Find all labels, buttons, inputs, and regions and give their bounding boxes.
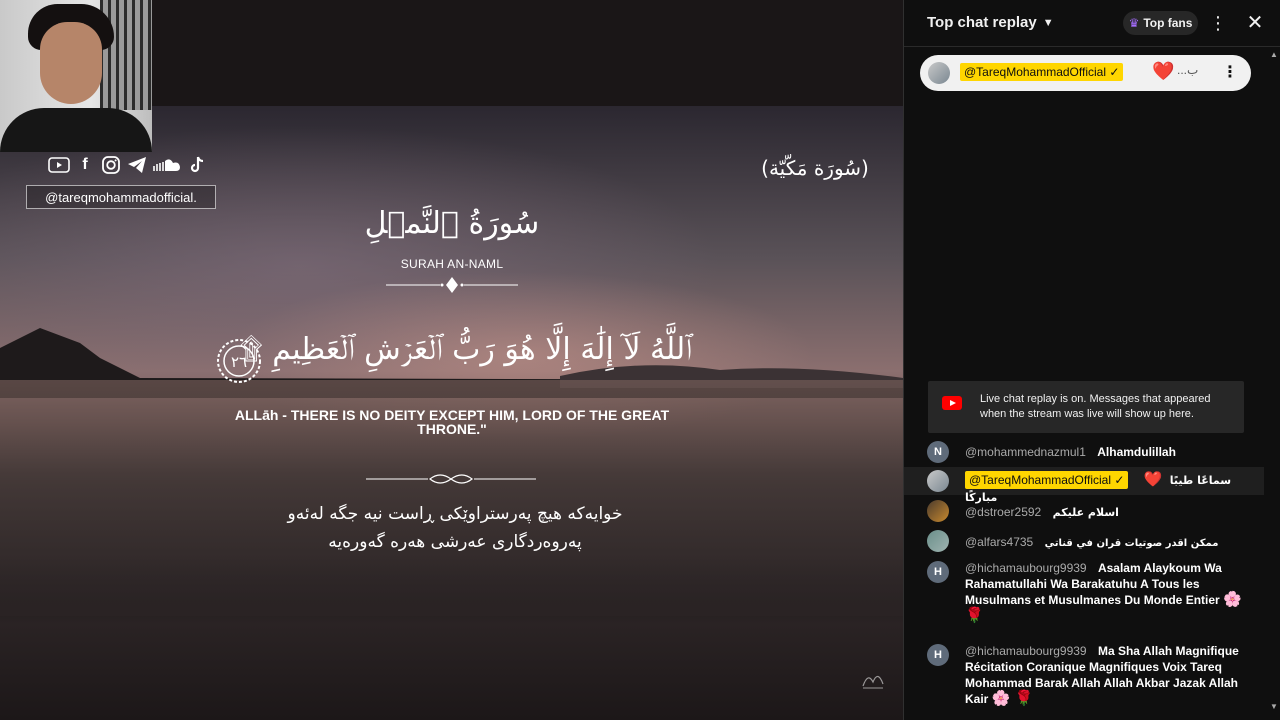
chat-title: Top chat replay: [927, 14, 1037, 31]
crown-icon: ♛: [1128, 16, 1140, 30]
kurdish-line-1: خوایەکە هیچ پەرستراوێکی ڕاست نیە جگە لەئ…: [287, 504, 623, 524]
social-icons-row: f: [48, 154, 208, 176]
chat-header: Top chat replay ▼ ♛ Top fans ⋮ ✕: [904, 0, 1280, 47]
replay-notice: Live chat replay is on. Messages that ap…: [928, 381, 1244, 433]
pinned-author-badge: @TareqMohammadOfficial ✓: [960, 63, 1124, 81]
avatar: [927, 500, 949, 522]
replay-notice-text: Live chat replay is on. Messages that ap…: [980, 393, 1211, 420]
owner-author-badge[interactable]: @TareqMohammadOfficial ✓: [965, 471, 1129, 489]
chat-mode-dropdown[interactable]: Top chat replay ▼: [927, 14, 1054, 31]
avatar: H: [927, 561, 949, 583]
chat-message[interactable]: @alfars4735 ممكن اقدر صوتيات قران في قنا…: [904, 530, 1264, 552]
surah-title-arabic: سُورَةُ ٱلنَّمۡلِ: [364, 206, 540, 241]
chat-message[interactable]: @TareqMohammadOfficial ✓ ❤️ سماعًا طيبًا…: [904, 467, 1264, 504]
message-author[interactable]: @hichamaubourg9939: [965, 644, 1087, 658]
meccan-surah-label: (سُورَة مَكّيّة): [761, 156, 869, 180]
avatar: N: [927, 441, 949, 463]
guitar-rack: [100, 0, 152, 110]
youtube-icon: [942, 396, 962, 410]
top-fans-button[interactable]: ♛ Top fans: [1123, 11, 1198, 35]
more-options-icon[interactable]: ⋮: [1209, 12, 1227, 34]
soundcloud-icon: [152, 154, 182, 176]
beach-foreground: [0, 560, 903, 720]
top-fans-label: Top fans: [1143, 16, 1193, 30]
surah-title-english: SURAH AN-NAML: [400, 257, 504, 271]
avatar: [927, 470, 949, 492]
verse-english-translation: ALLāh - THERE IS NO DEITY EXCEPT HIM, LO…: [234, 407, 670, 437]
verse-arabic-text: ٱللَّهُ لَآ إِلَٰهَ إِلَّا هُوَ رَبُّ ٱل…: [239, 332, 692, 367]
message-author[interactable]: @mohammednazmul1: [965, 445, 1086, 459]
ornament-divider: [386, 277, 518, 293]
live-chat-panel: Top chat replay ▼ ♛ Top fans ⋮ ✕ ▲ @Tare…: [903, 0, 1280, 720]
telegram-icon: [126, 154, 148, 176]
pinned-truncated-text: ...ب: [1177, 63, 1199, 77]
kurdish-line-2: پەروەردگاری عەرشی هەرە گەورەیە: [328, 532, 582, 552]
close-icon[interactable]: ✕: [1244, 10, 1266, 36]
calligraphy-watermark: [862, 675, 884, 689]
message-text: اسلام عليكم: [1052, 506, 1119, 519]
ornament-divider-2: [366, 474, 536, 484]
facebook-icon: f: [82, 156, 88, 173]
heart-emoji: ❤️: [1152, 61, 1175, 81]
scroll-up-arrow-icon[interactable]: ▲: [1270, 50, 1278, 59]
avatar: [928, 62, 950, 84]
avatar: [927, 530, 949, 552]
webcam-overlay: [0, 0, 152, 152]
message-text: ممكن اقدر صوتيات قران في قناتي: [1044, 538, 1219, 549]
pinned-more-icon[interactable]: ⋮: [1222, 62, 1238, 82]
verse-kurdish-translation: خوایەکە هیچ پەرستراوێکی ڕاست نیە جگە لەئ…: [240, 500, 670, 556]
presenter-face: [40, 22, 102, 104]
chat-message[interactable]: H @hichamaubourg9939 Asalam Alaykoum Wa …: [904, 560, 1264, 636]
scroll-down-arrow-icon[interactable]: ▼: [1270, 702, 1278, 711]
chat-message[interactable]: N @mohammednazmul1 Alhamdulillah: [904, 441, 1264, 463]
pinned-message[interactable]: @TareqMohammadOfficial ✓ ❤️ ...ب ⋮: [920, 55, 1251, 91]
chat-message[interactable]: @dstroer2592 اسلام عليكم: [904, 500, 1264, 522]
flower-emoji: 🌸 🌹: [991, 690, 1034, 707]
chat-message[interactable]: H @hichamaubourg9939 Ma Sha Allah Magnif…: [904, 643, 1264, 709]
chevron-down-icon: ▼: [1042, 16, 1054, 29]
video-player[interactable]: f @tareqmohammadofficial. (سُورَة مَكّيّ…: [0, 0, 903, 720]
instagram-icon: [100, 154, 122, 176]
youtube-icon: [48, 154, 70, 176]
heart-emoji: ❤️: [1143, 471, 1163, 488]
message-author[interactable]: @hichamaubourg9939: [965, 561, 1087, 575]
message-author[interactable]: @alfars4735: [965, 535, 1033, 549]
channel-handle: @tareqmohammadofficial.: [26, 185, 216, 209]
tiktok-icon: [186, 154, 208, 176]
message-text: Alhamdulillah: [1097, 445, 1176, 459]
avatar: H: [927, 644, 949, 666]
message-author[interactable]: @dstroer2592: [965, 505, 1041, 519]
